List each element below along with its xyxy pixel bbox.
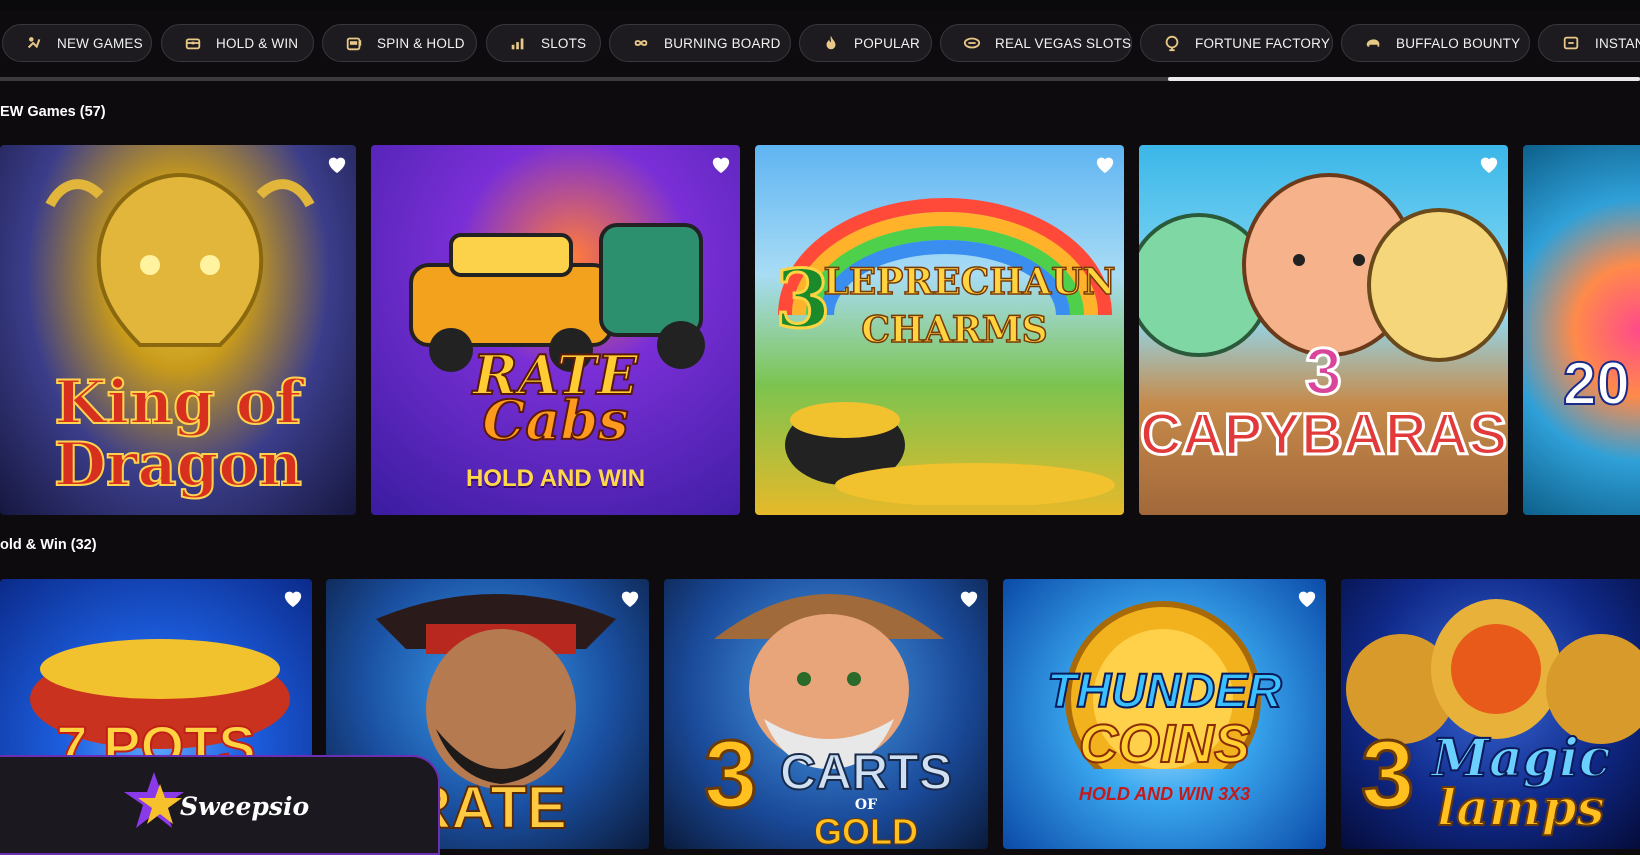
bar-chart-icon xyxy=(509,33,527,53)
game-title: 20 xyxy=(1562,350,1631,417)
game-title: King of xyxy=(53,368,302,438)
favorite-heart-icon[interactable] xyxy=(326,154,348,174)
treasure-chest-icon xyxy=(184,33,202,53)
category-label: BUFFALO BOUNTY xyxy=(1396,35,1521,51)
star-logo-icon xyxy=(124,772,184,828)
category-label: POPULAR xyxy=(854,35,920,51)
game-title: CARTS xyxy=(779,744,953,800)
game-title-line2: COINS xyxy=(1078,714,1251,774)
category-label: FORTUNE FACTORY xyxy=(1195,35,1331,51)
instant-icon xyxy=(1561,33,1581,53)
category-real-vegas-slots[interactable]: REAL VEGAS SLOTS xyxy=(940,24,1132,62)
buffalo-icon xyxy=(1364,33,1382,53)
game-title-line2: CHARMS xyxy=(861,309,1049,351)
game-title-line2: Cabs xyxy=(481,388,629,452)
category-scrollbar-thumb[interactable] xyxy=(1168,77,1640,81)
category-burning-board[interactable]: BURNING BOARD xyxy=(609,24,791,62)
category-label: SLOTS xyxy=(541,35,587,51)
category-label: BURNING BOARD xyxy=(664,35,781,51)
category-spin-hold[interactable]: SPIN & HOLD xyxy=(322,24,477,62)
section-title: EW Games (57) xyxy=(0,104,106,120)
category-label: HOLD & WIN xyxy=(216,35,299,51)
game-title-line2: Dragon xyxy=(53,430,303,500)
new-games-icon xyxy=(25,33,43,53)
category-hold-win[interactable]: HOLD & WIN xyxy=(161,24,314,62)
favorite-heart-icon[interactable] xyxy=(1094,154,1116,174)
game-title: Magic xyxy=(1430,728,1611,789)
game-title: CAPYBARAS xyxy=(1139,402,1508,467)
favorite-heart-icon[interactable] xyxy=(1478,154,1500,174)
game-card[interactable]: 3 CAPYBARAS xyxy=(1139,145,1508,515)
section-title: old & Win (32) xyxy=(0,537,97,553)
slot-machine-icon xyxy=(345,33,363,53)
favorite-heart-icon[interactable] xyxy=(710,154,732,174)
game-card[interactable]: 3 Magic lamps xyxy=(1341,579,1640,849)
favorite-heart-icon[interactable] xyxy=(958,588,980,608)
category-slots[interactable]: SLOTS xyxy=(486,24,601,62)
game-card[interactable]: 3 CARTS OF GOLD xyxy=(664,579,988,849)
game-title-line2: lamps xyxy=(1436,778,1605,837)
game-subtitle: HOLD AND WIN 3X3 xyxy=(1078,784,1251,804)
dragon-head-art xyxy=(45,172,315,347)
category-label: NEW GAMES xyxy=(57,35,143,51)
favorite-heart-icon[interactable] xyxy=(619,588,641,608)
category-new-games[interactable]: NEW GAMES xyxy=(2,24,152,62)
category-buffalo-bounty[interactable]: BUFFALO BOUNTY xyxy=(1341,24,1530,62)
gold-coins-art xyxy=(785,402,1115,505)
category-bar[interactable]: NEW GAMES HOLD & WIN SPIN & HOLD SLOTS B… xyxy=(0,24,1640,64)
category-label: REAL VEGAS SLOTS xyxy=(995,35,1132,51)
top-strip xyxy=(0,0,1640,10)
game-card[interactable]: THUNDER COINS HOLD AND WIN 3X3 xyxy=(1003,579,1326,849)
vegas-sign-icon xyxy=(963,33,981,53)
game-number: 3 xyxy=(1304,334,1344,408)
category-label: INSTANT xyxy=(1595,35,1640,51)
favorite-heart-icon[interactable] xyxy=(282,588,304,608)
favorite-heart-icon[interactable] xyxy=(1296,588,1318,608)
game-card[interactable]: RATE Cabs HOLD AND WIN xyxy=(371,145,740,515)
brand-name: Sweepsio xyxy=(180,791,310,821)
coin-icon xyxy=(1163,33,1181,53)
game-title: THUNDER xyxy=(1046,665,1283,718)
infinity-icon xyxy=(632,33,650,53)
game-title-line2: GOLD xyxy=(814,811,919,849)
game-card[interactable]: 20 xyxy=(1523,145,1640,515)
category-popular[interactable]: POPULAR xyxy=(799,24,932,62)
category-fortune-factory[interactable]: FORTUNE FACTORY xyxy=(1140,24,1333,62)
brand-logo[interactable]: Sweepsio xyxy=(124,770,309,834)
category-label: SPIN & HOLD xyxy=(377,35,465,51)
category-instant[interactable]: INSTANT xyxy=(1538,24,1640,62)
game-card[interactable]: 3 LEPRECHAUN CHARMS xyxy=(755,145,1124,515)
game-card[interactable]: King of Dragon xyxy=(0,145,356,515)
game-title: LEPRECHAUN xyxy=(823,261,1117,303)
game-subtitle: HOLD AND WIN xyxy=(465,465,646,492)
flame-icon xyxy=(822,33,840,53)
